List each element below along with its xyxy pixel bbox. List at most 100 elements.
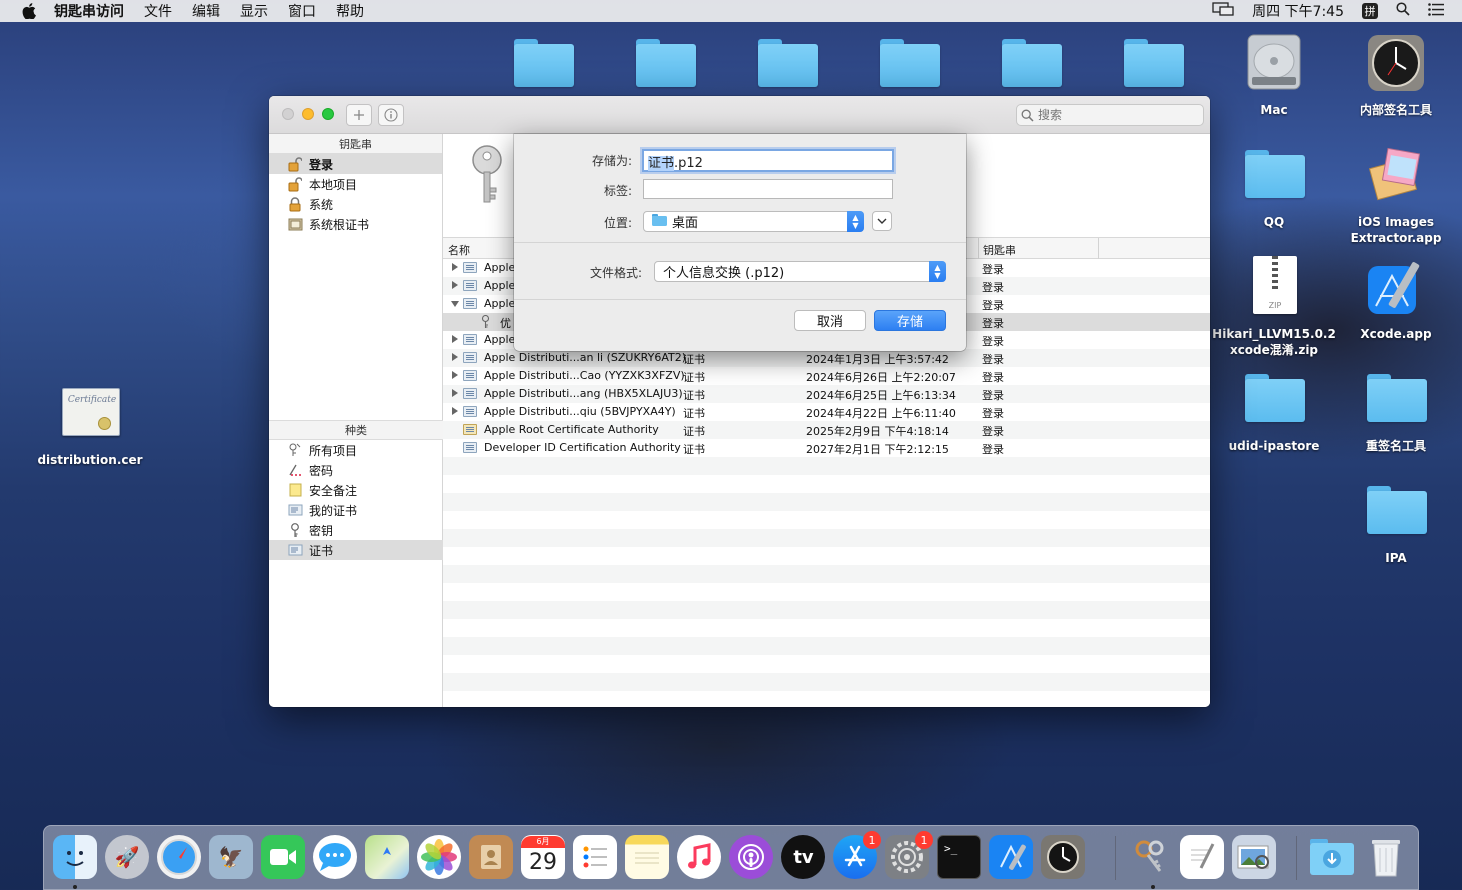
disclosure-triangle-icon[interactable] (452, 371, 458, 379)
disclosure-triangle-icon[interactable] (452, 335, 458, 343)
column-keychain[interactable]: 钥匙串 (983, 242, 1016, 258)
desktop-folder-icon[interactable] (636, 39, 696, 87)
facetime-camera-icon[interactable] (261, 835, 305, 879)
disclosure-triangle-icon[interactable] (452, 353, 458, 361)
column-name[interactable]: 名称 (448, 242, 470, 258)
table-row[interactable]: Apple Distributi...qiu (5BVJPYXA4Y) 证书 202… (443, 403, 1210, 421)
sidebar-item-system-roots[interactable]: 系统根证书 (269, 214, 442, 234)
tags-label: 标签: (603, 184, 632, 198)
menu-view[interactable]: 显示 (240, 1, 268, 21)
info-button[interactable] (378, 104, 404, 126)
keychain-access-keys-icon[interactable] (1128, 835, 1172, 879)
file-format-label: 文件格式: (589, 266, 642, 280)
zip-file-icon[interactable]: ZIP (1253, 256, 1297, 314)
category-passwords[interactable]: 密码 (269, 460, 443, 480)
category-my-certificates[interactable]: 我的证书 (269, 500, 443, 520)
textedit-pen-icon[interactable] (1180, 835, 1224, 879)
tags-field[interactable] (643, 179, 893, 199)
images-extractor-app-icon[interactable] (1367, 145, 1427, 205)
add-item-button[interactable] (346, 104, 372, 126)
zoom-window-button[interactable] (322, 108, 334, 120)
mail-stamp-icon[interactable]: 🦅 (209, 835, 253, 879)
cancel-button[interactable]: 取消 (794, 310, 866, 331)
category-all-items[interactable]: 所有项目 (269, 440, 443, 460)
display-mirroring-icon[interactable] (1212, 2, 1234, 20)
desktop-folder-icon[interactable] (514, 39, 574, 87)
launchpad-rocket-icon[interactable]: 🚀 (105, 835, 149, 879)
disclosure-triangle-icon[interactable] (452, 263, 458, 271)
sidebar-item-login[interactable]: 登录 (269, 154, 442, 174)
file-format-popup[interactable]: 个人信息交换 (.p12) ▲ ▼ (654, 261, 946, 282)
save-as-field[interactable]: 证书.p12 (642, 149, 894, 172)
podcasts-icon[interactable] (729, 835, 773, 879)
music-note-icon[interactable] (677, 835, 721, 879)
terminal-icon[interactable]: >_ (937, 835, 981, 879)
disclosure-triangle-open-icon[interactable] (451, 301, 459, 307)
menu-window[interactable]: 窗口 (288, 1, 316, 21)
apple-menu-icon[interactable] (18, 0, 40, 22)
desktop-folder-icon[interactable] (1002, 39, 1062, 87)
disclosure-triangle-icon[interactable] (452, 389, 458, 397)
expand-dialog-button[interactable] (872, 211, 892, 231)
clock-icon[interactable] (1041, 835, 1085, 879)
maps-icon[interactable] (365, 835, 409, 879)
search-input[interactable] (1038, 108, 1188, 122)
xcode-hammer-icon[interactable] (989, 835, 1033, 879)
category-secure-notes[interactable]: 安全备注 (269, 480, 443, 500)
photos-flower-icon[interactable] (417, 835, 461, 879)
desktop-folder-icon[interactable] (880, 39, 940, 87)
app-store-icon[interactable]: 1 (833, 831, 881, 879)
sidebar-item-local-items[interactable]: 本地项目 (269, 174, 442, 194)
messages-bubble-icon[interactable] (313, 835, 357, 879)
save-button[interactable]: 存储 (874, 310, 946, 331)
row-name: Developer ID Certification Authority (484, 441, 681, 454)
contacts-book-icon[interactable] (469, 835, 513, 879)
trash-icon[interactable] (1364, 835, 1408, 879)
reminders-list-icon[interactable] (573, 835, 617, 879)
apple-tv-icon[interactable]: tv (781, 835, 825, 879)
calendar-icon[interactable]: 6月 29 (521, 835, 565, 879)
desktop-folder-icon[interactable] (758, 39, 818, 87)
category-keys[interactable]: 密钥 (269, 520, 443, 540)
menu-app-name[interactable]: 钥匙串访问 (54, 1, 124, 21)
zip-tag: ZIP (1268, 301, 1282, 310)
desktop-folder-icon[interactable] (1367, 374, 1427, 422)
notification-center-icon[interactable] (1428, 2, 1444, 20)
empty-row (443, 601, 1210, 619)
hard-disk-icon[interactable] (1246, 33, 1302, 91)
preview-photos-icon[interactable] (1232, 835, 1276, 879)
spotlight-search-icon[interactable] (1396, 2, 1410, 20)
menu-file[interactable]: 文件 (144, 1, 172, 21)
menu-edit[interactable]: 编辑 (192, 1, 220, 21)
menu-help[interactable]: 帮助 (336, 1, 364, 21)
system-preferences-gear-icon[interactable]: 1 (885, 831, 933, 879)
table-row[interactable]: Apple Distributi...an li (SZUKRY6AT2) 证书 2… (443, 349, 1210, 367)
safari-compass-icon[interactable] (157, 835, 201, 879)
desktop-folder-icon[interactable] (1245, 374, 1305, 422)
menu-clock[interactable]: 周四 下午7:45 (1252, 1, 1344, 21)
desktop-folder-icon[interactable] (1367, 486, 1427, 534)
sidebar-item-system[interactable]: 系统 (269, 194, 442, 214)
notes-pad-icon[interactable] (625, 835, 669, 879)
tags-input[interactable] (648, 181, 888, 196)
minimize-window-button[interactable] (302, 108, 314, 120)
input-method-icon[interactable]: 拼 (1362, 3, 1378, 19)
search-field[interactable] (1016, 104, 1204, 126)
desktop-folder-icon[interactable] (1245, 150, 1305, 198)
location-popup[interactable]: 桌面 ▲ ▼ (643, 211, 864, 232)
table-row[interactable]: Developer ID Certification Authority 证书 20… (443, 439, 1210, 457)
clock-app-icon[interactable] (1366, 33, 1426, 93)
table-row[interactable]: Apple Root Certificate Authority 证书 2025年2… (443, 421, 1210, 439)
table-row[interactable]: Apple Distributi...Cao (YYZXK3XFZV) 证书 202… (443, 367, 1210, 385)
disclosure-triangle-icon[interactable] (452, 281, 458, 289)
close-window-button[interactable] (282, 108, 294, 120)
disclosure-triangle-icon[interactable] (452, 407, 458, 415)
finder-icon[interactable] (53, 835, 97, 879)
desktop-folder-icon[interactable] (1124, 39, 1184, 87)
category-certificates[interactable]: 证书 (269, 540, 443, 560)
downloads-folder-icon[interactable] (1310, 835, 1354, 879)
xcode-app-icon[interactable] (1366, 258, 1428, 318)
table-row[interactable]: Apple Distributi...ang (HBX5XLAJU3) 证书 202… (443, 385, 1210, 403)
desktop-label-zip: Hikari_LLVM15.0.2 xcode混淆.zip (1212, 327, 1336, 357)
certificate-file-icon[interactable]: Certificate (62, 388, 120, 436)
